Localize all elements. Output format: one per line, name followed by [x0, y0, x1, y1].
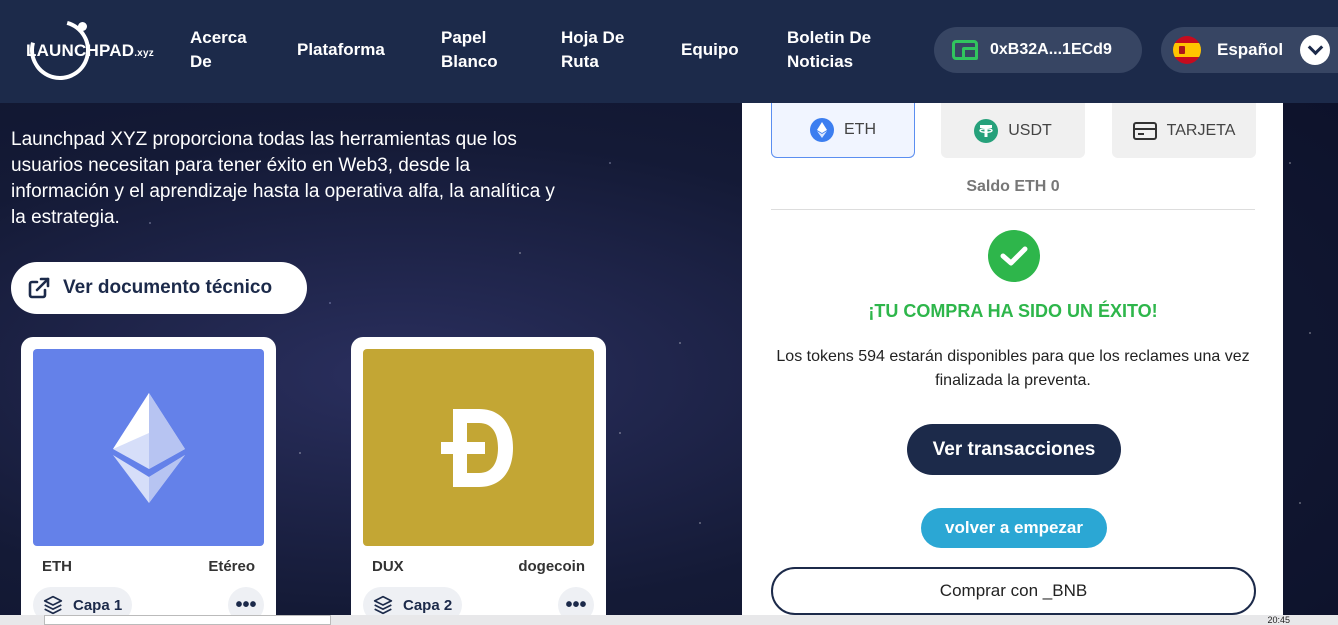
card-icon	[1132, 121, 1157, 140]
success-message: Los tokens 594 estarán disponibles para …	[776, 348, 1250, 389]
token-image	[33, 349, 264, 546]
view-transactions-button[interactable]: Ver transacciones	[907, 424, 1121, 475]
divider	[771, 209, 1255, 210]
view-whitepaper-button[interactable]: Ver documento técnico	[11, 262, 307, 314]
nav-acerca-de[interactable]: Acerca De	[190, 26, 247, 74]
intro-text: Launchpad XYZ proporciona todas las herr…	[11, 129, 555, 228]
token-card-dux[interactable]: DUX dogecoin Capa 2 •••	[351, 337, 606, 625]
nav-equipo[interactable]: Equipo	[681, 38, 739, 62]
token-name: Etéreo	[208, 558, 255, 575]
token-card-eth[interactable]: ETH Etéreo Capa 1 •••	[21, 337, 276, 625]
wallet-address: 0xB32A...1ECd9	[990, 41, 1112, 58]
logo-dot-icon	[78, 22, 87, 31]
layers-icon	[43, 595, 63, 615]
external-link-icon	[28, 277, 50, 299]
nav-boletin-de-noticias[interactable]: Boletin De Noticias	[787, 26, 871, 74]
layers-icon	[373, 595, 393, 615]
dogecoin-logo-icon	[440, 408, 513, 487]
os-taskbar: 20:45	[0, 615, 1338, 625]
language-selector[interactable]: Español	[1161, 27, 1338, 73]
taskbar-clock: 20:45	[1267, 615, 1290, 625]
nav-plataforma[interactable]: Plataforma	[297, 38, 385, 62]
tab-card-label: TARJETA	[1166, 121, 1236, 139]
token-symbol: DUX	[372, 558, 404, 575]
restart-button[interactable]: volver a empezar	[921, 508, 1107, 548]
spain-flag-icon	[1173, 36, 1201, 64]
success-heading: ¡TU COMPRA HA SIDO UN ÉXITO!	[868, 301, 1158, 321]
wallet-button[interactable]: 0xB32A...1ECd9	[934, 27, 1142, 73]
nav-hoja-de-ruta[interactable]: Hoja De Ruta	[561, 26, 624, 74]
tab-usdt-label: USDT	[1008, 121, 1052, 139]
layer-label: Capa 2	[403, 596, 453, 614]
layer-label: Capa 1	[73, 596, 123, 614]
launchpad-logo[interactable]: LAUNCHPAD.xyz	[19, 9, 176, 91]
token-image	[363, 349, 594, 546]
eth-balance: Saldo ETH 0	[966, 178, 1060, 195]
token-symbol: ETH	[42, 558, 72, 575]
language-label: Español	[1217, 40, 1284, 59]
ethereum-logo-icon	[112, 392, 185, 503]
buy-with-bnb-button[interactable]: Comprar con _BNB	[771, 567, 1256, 615]
tab-usdt[interactable]: USDT	[941, 103, 1085, 158]
success-check-icon	[988, 230, 1040, 282]
eth-icon	[810, 118, 834, 142]
purchase-panel: ETH USDT TARJETA Saldo ETH 0 ¡TU COMPRA …	[742, 103, 1283, 615]
logo-text: LAUNCHPAD.xyz	[26, 41, 154, 60]
chevron-down-icon[interactable]	[1300, 35, 1330, 65]
taskbar-search-input[interactable]	[44, 615, 331, 625]
tab-eth[interactable]: ETH	[771, 103, 915, 158]
top-navbar: LAUNCHPAD.xyz Acerca De Plataforma Papel B…	[0, 0, 1338, 103]
tab-eth-label: ETH	[844, 121, 876, 138]
usdt-icon	[974, 118, 999, 143]
wallet-icon	[952, 40, 978, 60]
token-name: dogecoin	[518, 558, 585, 575]
tab-card[interactable]: TARJETA	[1112, 103, 1256, 158]
nav-papel-blanco[interactable]: Papel Blanco	[441, 26, 498, 74]
view-whitepaper-label: Ver documento técnico	[63, 277, 273, 298]
